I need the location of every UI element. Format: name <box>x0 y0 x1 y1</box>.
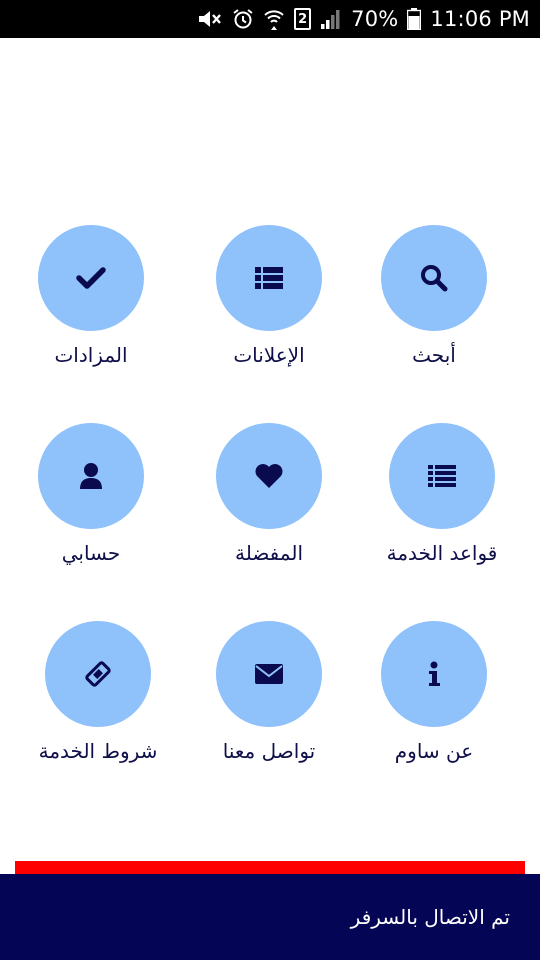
heart-icon <box>255 464 283 488</box>
sim-2-icon: 2 <box>294 8 312 30</box>
battery-icon <box>407 7 422 31</box>
menu-item-service-rules[interactable]: قواعد الخدمة <box>357 423 527 583</box>
menu-label: الإعلانات <box>233 343 305 367</box>
envelope-icon <box>255 664 283 684</box>
menu-label: المزادات <box>54 343 128 367</box>
account-button[interactable] <box>38 423 144 529</box>
menu-label: شروط الخدمة <box>38 739 158 763</box>
mute-icon <box>197 7 223 31</box>
auctions-button[interactable] <box>38 225 144 331</box>
check-icon <box>76 267 106 289</box>
menu-item-favorites[interactable]: المفضلة <box>184 423 354 583</box>
battery-percent: 70% <box>351 7 399 31</box>
wifi-icon <box>263 7 285 31</box>
menu-label: أبحث <box>412 343 456 367</box>
menu-item-about[interactable]: عن ساوم <box>349 621 519 781</box>
menu-label: قواعد الخدمة <box>386 541 498 565</box>
ads-button[interactable] <box>216 225 322 331</box>
menu-label: المفضلة <box>234 541 304 565</box>
service-rules-button[interactable] <box>389 423 495 529</box>
about-button[interactable] <box>381 621 487 727</box>
list-icon <box>428 465 456 487</box>
terms-button[interactable] <box>45 621 151 727</box>
search-icon <box>421 265 448 292</box>
menu-item-terms[interactable]: شروط الخدمة <box>13 621 183 781</box>
contact-button[interactable] <box>216 621 322 727</box>
menu-label: تواصل معنا <box>222 739 316 763</box>
ticket-icon <box>85 661 111 687</box>
alert-bar <box>15 861 525 875</box>
list-icon <box>255 267 283 289</box>
favorites-button[interactable] <box>216 423 322 529</box>
menu-item-search[interactable]: أبحث <box>349 225 519 385</box>
alarm-icon <box>232 7 254 31</box>
menu-label: عن ساوم <box>394 739 474 763</box>
search-button[interactable] <box>381 225 487 331</box>
menu-item-auctions[interactable]: المزادات <box>6 225 176 385</box>
snackbar: تم الاتصال بالسرفر <box>0 874 540 960</box>
snackbar-message: تم الاتصال بالسرفر <box>350 905 510 929</box>
clock: 11:06 PM <box>430 7 530 31</box>
menu-item-contact[interactable]: تواصل معنا <box>184 621 354 781</box>
menu-label: حسابي <box>61 541 121 565</box>
user-icon <box>80 463 102 489</box>
menu-item-ads[interactable]: الإعلانات <box>184 225 354 385</box>
menu-item-account[interactable]: حسابي <box>6 423 176 583</box>
status-bar: 2 70% 11:06 PM <box>0 0 540 38</box>
signal-icon <box>320 7 342 31</box>
info-icon <box>429 661 440 686</box>
